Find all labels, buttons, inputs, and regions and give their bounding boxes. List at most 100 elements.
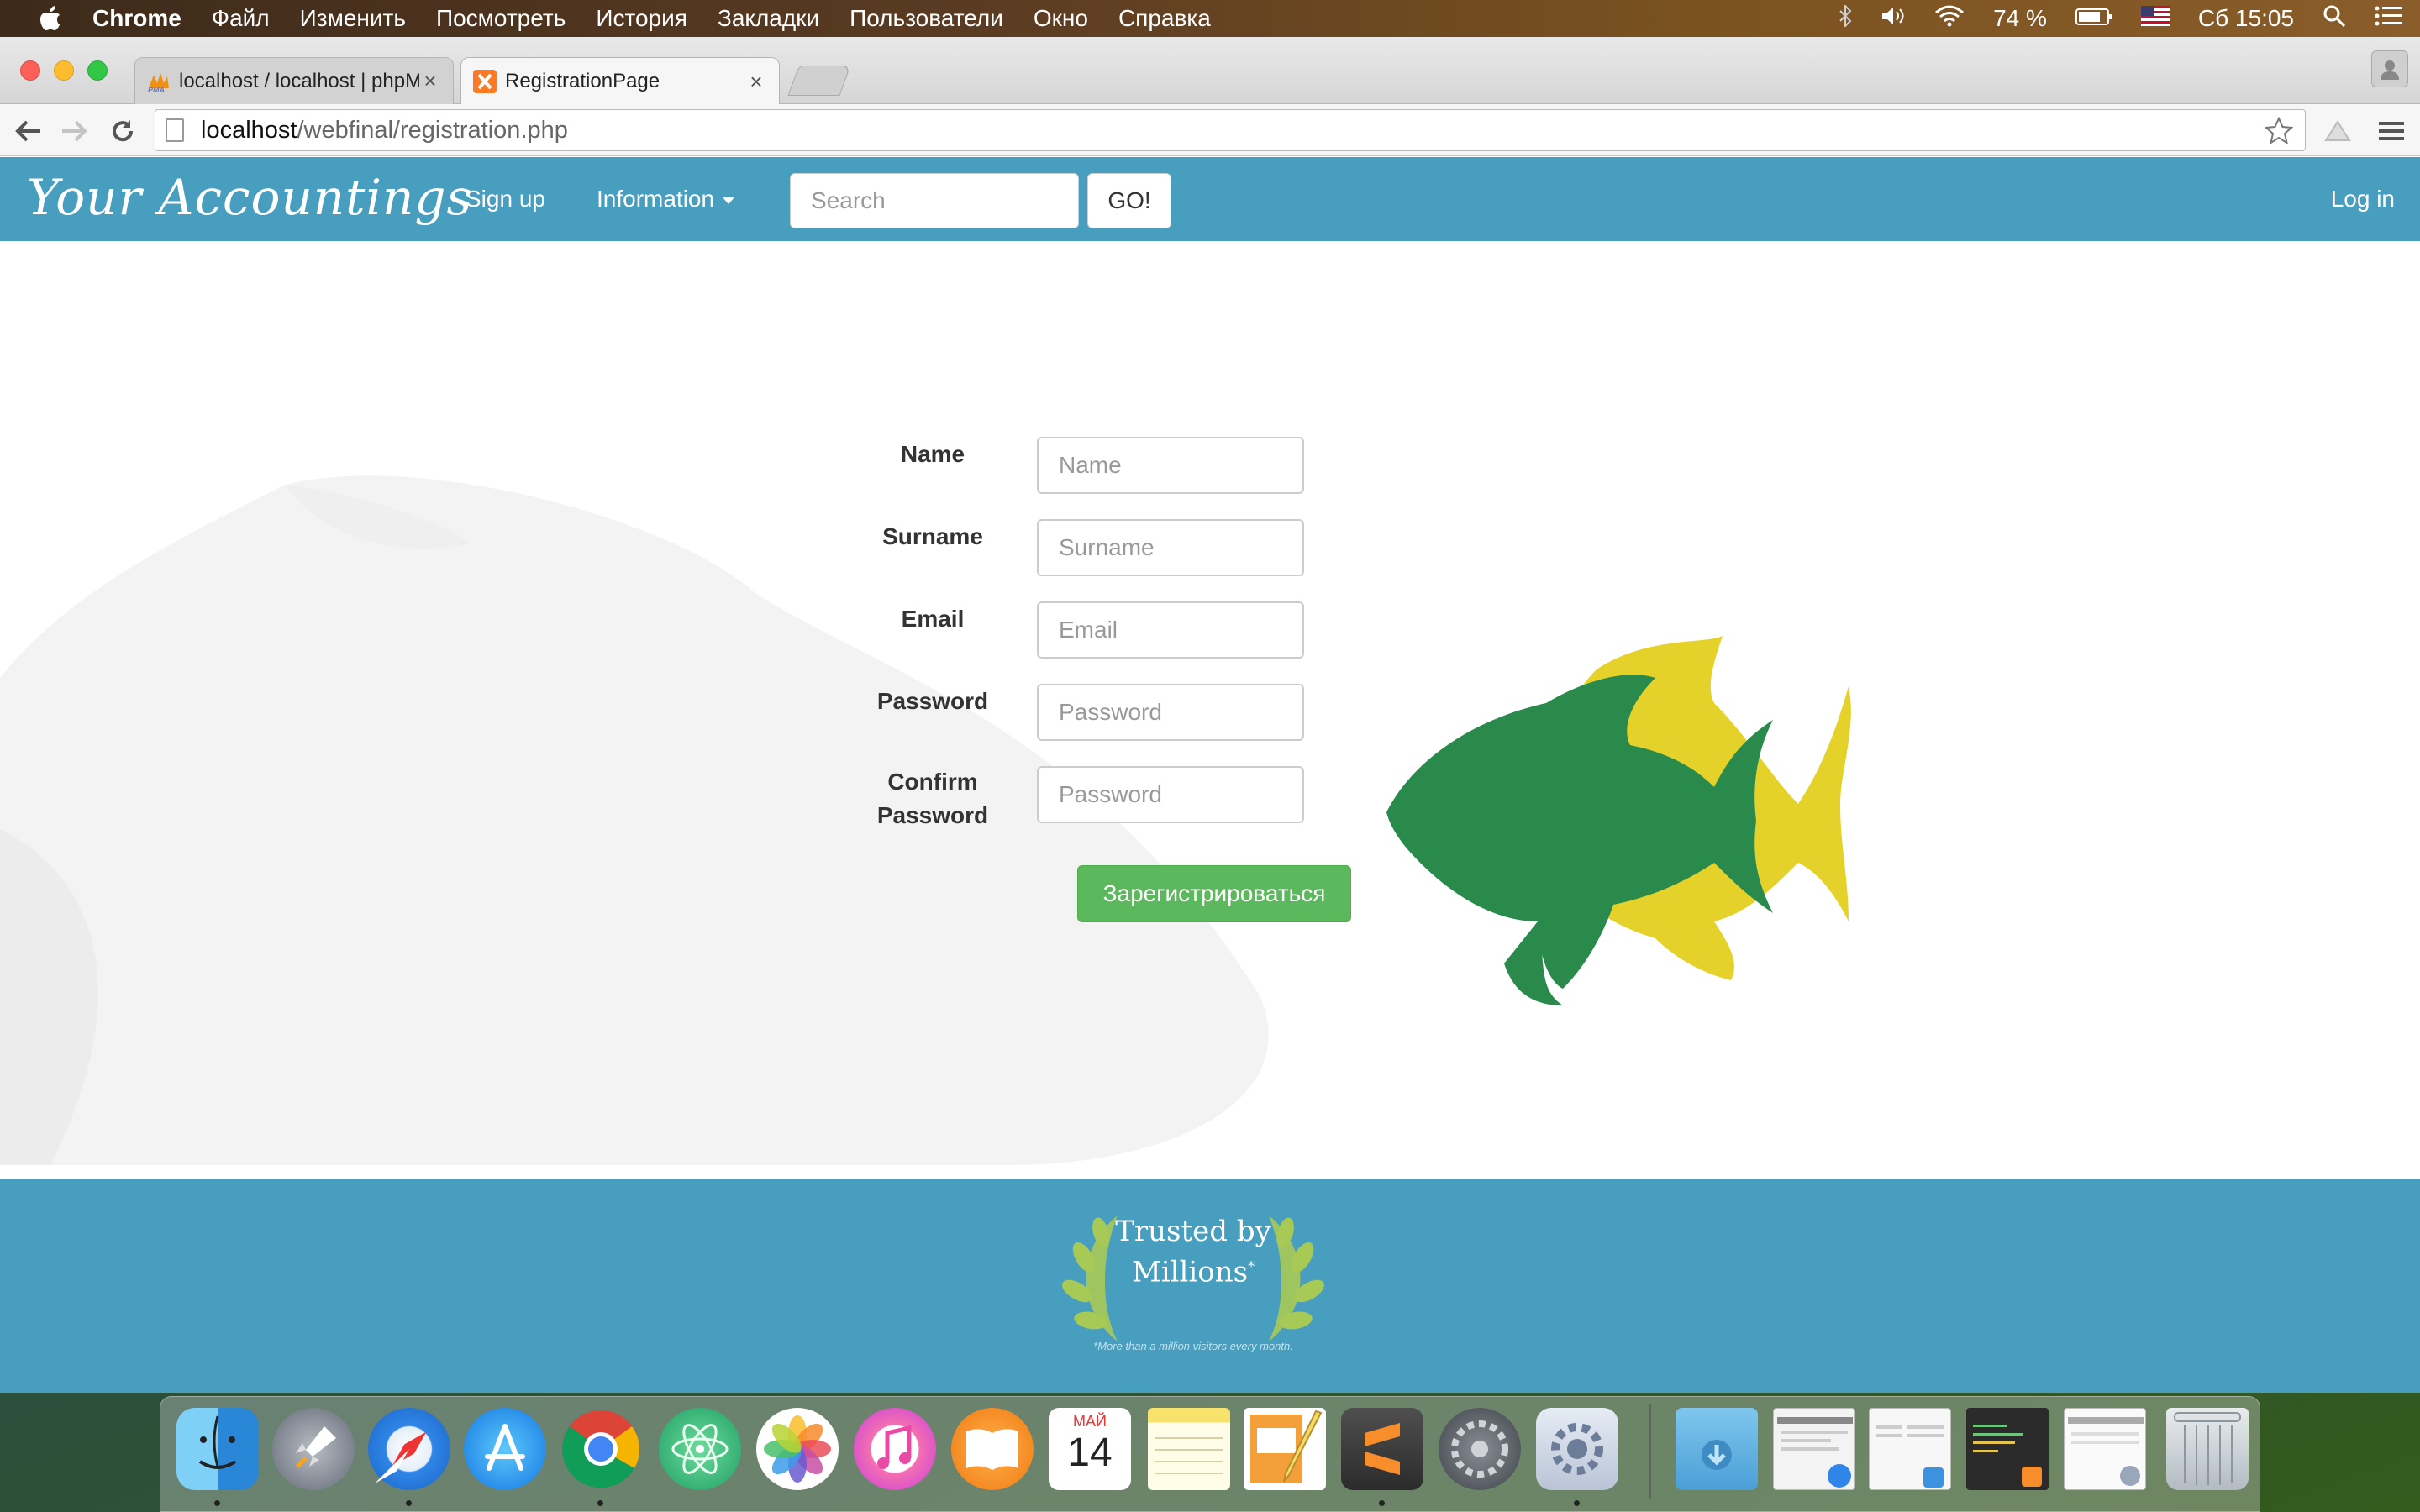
url-host: localhost bbox=[201, 116, 297, 144]
menu-help[interactable]: Справка bbox=[1118, 5, 1211, 32]
nav-information-dropdown[interactable]: Information bbox=[597, 186, 735, 213]
password-field[interactable] bbox=[1037, 684, 1304, 741]
menu-people[interactable]: Пользователи bbox=[850, 5, 1003, 32]
surname-field[interactable] bbox=[1037, 519, 1304, 576]
calendar-day: 14 bbox=[1067, 1431, 1113, 1475]
badge-line2-wrap: Millions* bbox=[1050, 1249, 1336, 1289]
chevron-down-icon bbox=[723, 197, 735, 204]
menu-bookmarks[interactable]: Закладки bbox=[718, 5, 819, 32]
menu-clock[interactable]: Сб 15:05 bbox=[2198, 5, 2294, 32]
browser-toolbar: localhost/webfinal/registration.php bbox=[0, 104, 2420, 156]
chrome-menu-icon[interactable] bbox=[2375, 114, 2408, 148]
confirm-password-label: Confirm Password bbox=[849, 765, 1017, 832]
utility-gear-icon[interactable] bbox=[1536, 1408, 1618, 1490]
site-navbar: Your Accountings Sign up Information GO!… bbox=[0, 157, 2420, 241]
spotlight-search-icon[interactable] bbox=[2323, 4, 2346, 34]
menu-app-name[interactable]: Chrome bbox=[92, 5, 182, 32]
confirm-password-label-line2: Password bbox=[876, 802, 989, 828]
wifi-icon[interactable] bbox=[1934, 5, 1965, 33]
downloads-folder-icon[interactable] bbox=[1676, 1408, 1758, 1490]
apple-menu-icon[interactable] bbox=[34, 0, 67, 37]
us-flag-input-icon[interactable] bbox=[2140, 5, 2170, 32]
tab-title: localhost / localhost | phpM bbox=[179, 69, 419, 92]
extension-icon[interactable] bbox=[2321, 114, 2354, 148]
reload-icon[interactable] bbox=[106, 114, 139, 148]
photos-icon[interactable] bbox=[756, 1408, 839, 1490]
nav-log-in-link[interactable]: Log in bbox=[2331, 186, 2395, 213]
ibooks-icon[interactable] bbox=[951, 1408, 1034, 1490]
minimized-window[interactable] bbox=[2064, 1408, 2146, 1490]
trash-icon[interactable] bbox=[2166, 1408, 2249, 1490]
menu-edit[interactable]: Изменить bbox=[300, 5, 406, 32]
tab-title: RegistrationPage bbox=[505, 70, 660, 92]
surname-label: Surname bbox=[882, 523, 983, 549]
tab-phpmyadmin[interactable]: PMA localhost / localhost | phpM × bbox=[134, 57, 454, 104]
finder-icon[interactable] bbox=[176, 1408, 259, 1490]
menu-window[interactable]: Окно bbox=[1034, 5, 1088, 32]
tab-close-icon[interactable]: × bbox=[419, 68, 441, 94]
sublime-running-indicator bbox=[1379, 1500, 1385, 1506]
confirm-password-field[interactable] bbox=[1037, 766, 1304, 823]
phpmyadmin-icon: PMA bbox=[147, 70, 171, 94]
nav-information-label: Information bbox=[597, 186, 715, 212]
menu-history[interactable]: История bbox=[596, 5, 687, 32]
footer-fineprint: *More than a million visitors every mont… bbox=[1093, 1340, 1293, 1352]
badge-asterisk: * bbox=[1248, 1258, 1255, 1274]
utility-running-indicator bbox=[1574, 1500, 1580, 1506]
tab-registration-page[interactable]: RegistrationPage × bbox=[460, 57, 780, 105]
notification-center-icon[interactable] bbox=[2375, 5, 2403, 33]
search-go-button[interactable]: GO! bbox=[1087, 173, 1171, 228]
menu-bar: Chrome Файл Изменить Посмотреть История … bbox=[0, 0, 2420, 37]
calendar-icon[interactable]: МАЙ 14 bbox=[1049, 1408, 1131, 1490]
launchpad-icon[interactable] bbox=[272, 1408, 355, 1490]
url-path: /webfinal/registration.php bbox=[297, 116, 568, 144]
minimized-finder-window[interactable] bbox=[1869, 1408, 1951, 1490]
tab-strip: PMA localhost / localhost | phpM × Regis… bbox=[0, 37, 2420, 105]
sublime-text-icon[interactable] bbox=[1341, 1408, 1423, 1490]
nav-sign-up-link[interactable]: Sign up bbox=[466, 186, 545, 213]
new-tab-button[interactable] bbox=[787, 66, 851, 96]
menu-view[interactable]: Посмотреть bbox=[436, 5, 566, 32]
safari-running-indicator bbox=[406, 1500, 412, 1506]
window-minimize-button[interactable] bbox=[54, 60, 74, 81]
register-button[interactable]: Зарегистрироваться bbox=[1077, 865, 1351, 922]
volume-icon[interactable] bbox=[1881, 5, 1906, 33]
window-close-button[interactable] bbox=[20, 60, 40, 81]
calendar-month: МАЙ bbox=[1073, 1413, 1107, 1430]
bluetooth-icon[interactable] bbox=[1839, 3, 1852, 33]
badge-line1: Trusted by bbox=[1115, 1215, 1271, 1248]
back-arrow-icon[interactable] bbox=[12, 114, 45, 148]
name-field[interactable] bbox=[1037, 437, 1304, 494]
site-brand-logo[interactable]: Your Accountings bbox=[27, 169, 472, 226]
badge-line2: Millions bbox=[1131, 1255, 1249, 1289]
menu-file[interactable]: Файл bbox=[212, 5, 270, 32]
address-bar[interactable]: localhost/webfinal/registration.php bbox=[155, 109, 2306, 151]
name-label: Name bbox=[900, 441, 965, 467]
svg-text:PMA: PMA bbox=[148, 86, 165, 93]
minimized-sublime-window[interactable] bbox=[1966, 1408, 2049, 1490]
safari-icon[interactable] bbox=[368, 1408, 450, 1490]
app-store-icon[interactable] bbox=[464, 1408, 546, 1490]
minimized-safari-window[interactable] bbox=[1773, 1408, 1855, 1490]
bookmark-star-icon[interactable] bbox=[2264, 116, 2294, 152]
tab-close-icon[interactable]: × bbox=[745, 69, 767, 95]
finder-running-indicator bbox=[214, 1500, 220, 1506]
site-search-input[interactable] bbox=[790, 173, 1079, 228]
browser-window: PMA localhost / localhost | phpM × Regis… bbox=[0, 37, 2420, 1393]
atom-icon[interactable] bbox=[659, 1408, 741, 1490]
itunes-icon[interactable] bbox=[854, 1408, 936, 1490]
system-preferences-icon[interactable] bbox=[1439, 1408, 1521, 1490]
notes-icon[interactable] bbox=[1148, 1408, 1230, 1490]
confirm-password-label-line1: Confirm bbox=[887, 769, 978, 795]
battery-icon[interactable] bbox=[2075, 5, 2112, 32]
trusted-by-millions-badge: Trusted by Millions* bbox=[1050, 1214, 1336, 1289]
forward-arrow-icon[interactable] bbox=[57, 114, 91, 148]
window-zoom-button[interactable] bbox=[87, 60, 108, 81]
fish-illustration bbox=[1386, 636, 1851, 1005]
battery-percent: 74 % bbox=[1993, 5, 2047, 31]
profile-icon[interactable] bbox=[2371, 50, 2408, 87]
web-page: Your Accountings Sign up Information GO!… bbox=[0, 157, 2420, 1393]
chrome-icon[interactable] bbox=[560, 1408, 642, 1490]
pages-icon[interactable] bbox=[1244, 1408, 1326, 1490]
email-field[interactable] bbox=[1037, 601, 1304, 659]
